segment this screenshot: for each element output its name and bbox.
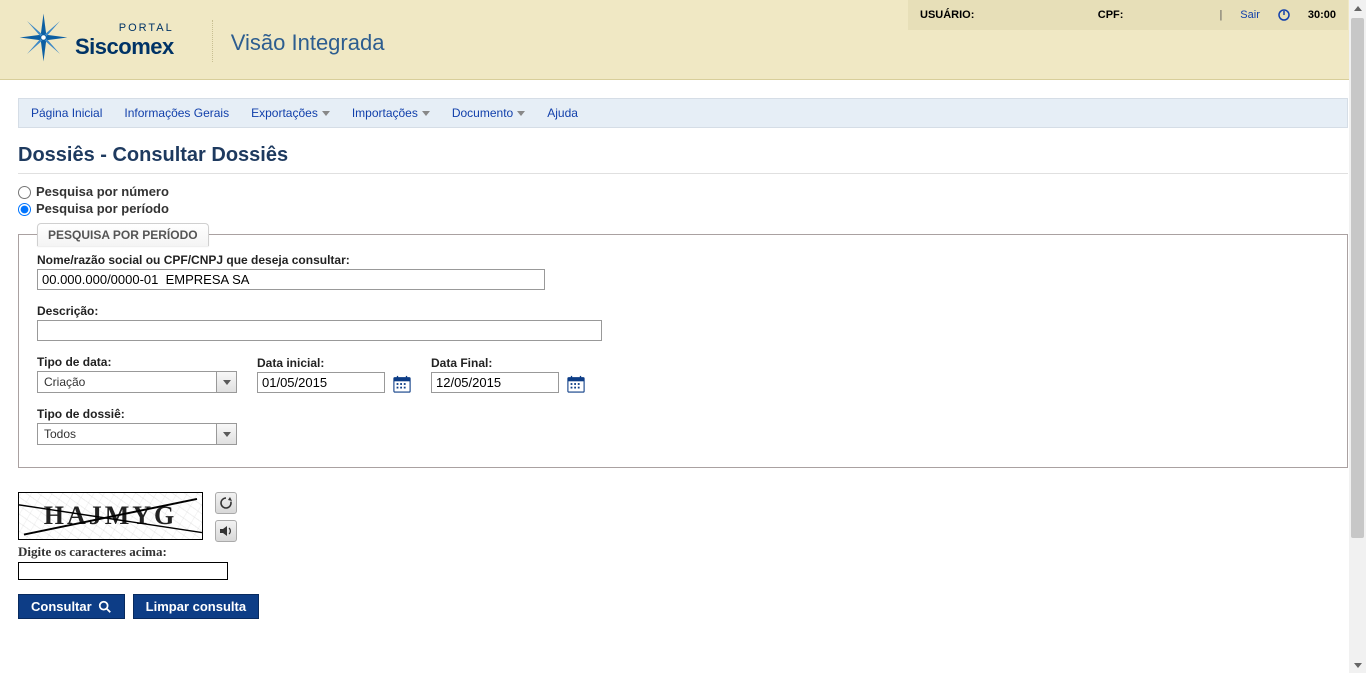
- radio-periodo-input[interactable]: [18, 203, 31, 216]
- nav-label: Importações: [352, 106, 418, 120]
- page-scrollbar[interactable]: [1349, 0, 1366, 673]
- logout-link[interactable]: Sair: [1240, 9, 1260, 21]
- input-data-inicial[interactable]: [257, 372, 385, 393]
- captcha-refresh-button[interactable]: [215, 492, 237, 514]
- logo-area: PORTAL Siscomex: [0, 0, 194, 65]
- nav-label: Página Inicial: [31, 106, 102, 120]
- nav-exportacoes[interactable]: Exportações: [251, 106, 330, 120]
- page-title: Dossiês - Consultar Dossiês: [18, 144, 1348, 167]
- nav-pagina-inicial[interactable]: Página Inicial: [31, 106, 102, 120]
- nav-label: Exportações: [251, 106, 318, 120]
- calendar-icon[interactable]: [567, 375, 585, 393]
- button-label: Consultar: [31, 599, 92, 614]
- select-chevron-button[interactable]: [216, 424, 236, 444]
- radio-label: Pesquisa por número: [36, 184, 169, 199]
- nav-documento[interactable]: Documento: [452, 106, 525, 120]
- select-chevron-button[interactable]: [216, 372, 236, 392]
- nav-label: Ajuda: [547, 106, 578, 120]
- radio-label: Pesquisa por período: [36, 201, 169, 216]
- main-nav: Página Inicial Informações Gerais Export…: [18, 98, 1348, 128]
- user-bar-sep: |: [1219, 9, 1222, 21]
- captcha-audio-button[interactable]: [215, 520, 237, 542]
- fieldset-legend: PESQUISA POR PERÍODO: [37, 223, 209, 246]
- user-label: USUÁRIO:: [920, 9, 974, 21]
- nav-label: Documento: [452, 106, 513, 120]
- nav-importacoes[interactable]: Importações: [352, 106, 430, 120]
- select-tipo-data[interactable]: Criação: [37, 371, 237, 393]
- button-label: Limpar consulta: [146, 599, 246, 614]
- select-value: Criação: [38, 375, 216, 389]
- search-icon: [98, 600, 112, 614]
- radio-numero-input[interactable]: [18, 186, 31, 199]
- chevron-down-icon: [223, 432, 231, 437]
- captcha-image: HAJMYG: [18, 492, 203, 540]
- radio-pesquisa-numero[interactable]: Pesquisa por número: [18, 184, 1348, 199]
- label-tipo-data: Tipo de data:: [37, 355, 237, 369]
- select-tipo-dossie[interactable]: Todos: [37, 423, 237, 445]
- audio-icon: [219, 524, 233, 538]
- scroll-thumb[interactable]: [1351, 18, 1364, 538]
- calendar-icon[interactable]: [393, 375, 411, 393]
- app-title: Visão Integrada: [231, 30, 385, 56]
- chevron-down-icon: [322, 111, 330, 116]
- chevron-down-icon: [422, 111, 430, 116]
- logo-brand-text: Siscomex: [75, 34, 174, 60]
- cpf-label: CPF:: [1098, 9, 1124, 21]
- input-data-final[interactable]: [431, 372, 559, 393]
- captcha-input[interactable]: [18, 562, 228, 580]
- power-icon: [1278, 9, 1290, 21]
- user-bar: USUÁRIO: CPF: | Sair 30:00: [908, 0, 1348, 30]
- chevron-down-icon: [517, 111, 525, 116]
- label-nome: Nome/razão social ou CPF/CNPJ que deseja…: [37, 253, 1329, 267]
- select-value: Todos: [38, 427, 216, 441]
- captcha-input-label: Digite os caracteres acima:: [18, 544, 1348, 560]
- logo-portal-text: PORTAL: [75, 22, 174, 34]
- radio-pesquisa-periodo[interactable]: Pesquisa por período: [18, 201, 1348, 216]
- chevron-down-icon: [223, 380, 231, 385]
- nav-informacoes-gerais[interactable]: Informações Gerais: [124, 106, 229, 120]
- nav-label: Informações Gerais: [124, 106, 229, 120]
- limpar-button[interactable]: Limpar consulta: [133, 594, 259, 619]
- app-header: PORTAL Siscomex Visão Integrada USUÁRIO:…: [0, 0, 1366, 80]
- input-nome[interactable]: [37, 269, 545, 290]
- header-separator: [212, 20, 213, 62]
- input-descricao[interactable]: [37, 320, 602, 341]
- nav-ajuda[interactable]: Ajuda: [547, 106, 578, 120]
- label-tipo-dossie: Tipo de dossiê:: [37, 407, 1329, 421]
- label-data-inicial: Data inicial:: [257, 356, 411, 370]
- scroll-down-arrow[interactable]: [1349, 656, 1366, 673]
- label-descricao: Descrição:: [37, 304, 1329, 318]
- scroll-up-arrow[interactable]: [1349, 0, 1366, 17]
- session-timer: 30:00: [1308, 9, 1336, 21]
- label-data-final: Data Final:: [431, 356, 585, 370]
- refresh-icon: [219, 496, 233, 510]
- consultar-button[interactable]: Consultar: [18, 594, 125, 619]
- fieldset-periodo: PESQUISA POR PERÍODO Nome/razão social o…: [18, 234, 1348, 468]
- compass-icon: [16, 10, 71, 65]
